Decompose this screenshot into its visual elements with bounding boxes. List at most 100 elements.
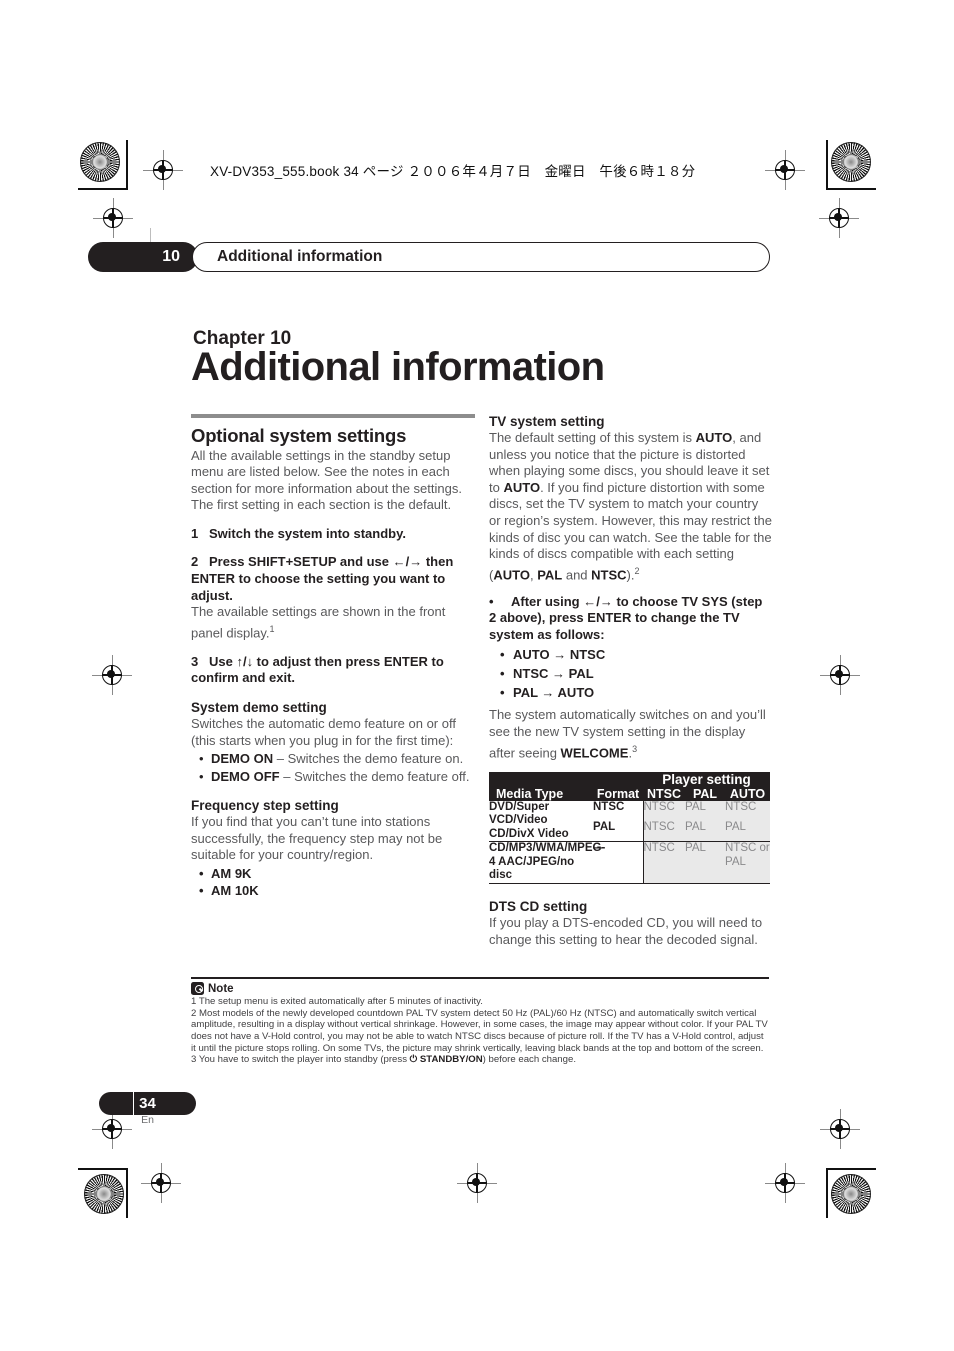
table-cell-format: PAL [593, 820, 643, 842]
left-column: Optional system settings All the availab… [191, 414, 475, 900]
table-cell-auto: NTSC or PAL [725, 841, 770, 884]
running-header: 10 Additional information [88, 228, 770, 272]
table-cell-pal: PAL [685, 841, 725, 884]
note-3-pre: 3 You have to switch the player into sta… [191, 1054, 410, 1066]
list-item: AM 10K [191, 882, 475, 900]
system-demo-body: Switches the automatic demo feature on o… [191, 715, 456, 748]
table-group-header-player-setting: Player setting [643, 771, 770, 787]
table-row: DVD/Super VCD/Video CD/DivX Video NTSC N… [489, 800, 770, 842]
section-title-optional-system-settings: Optional system settings [191, 424, 407, 446]
footnote-ref-2: 2 [634, 565, 640, 576]
table-cell-ntsc: NTSC [642, 841, 685, 884]
note-3-post: ) before each change. [482, 1054, 576, 1066]
bullet-dot: • [489, 593, 494, 609]
registration-mark-bottom-right [765, 1163, 805, 1203]
table-cell-ntsc: NTSC [642, 820, 685, 842]
table-header-group-row: Player setting [489, 771, 770, 787]
step-3-number: 3 [191, 653, 199, 669]
table-row: CD/MP3/WMA/MPEG-4 AAC/JPEG/no disc — NTS… [489, 841, 770, 884]
step-2-number: 2 [191, 554, 199, 570]
table-cell-pal: PAL [685, 800, 725, 821]
subsection-dts-cd-setting: DTS CD setting [489, 899, 588, 915]
table-header-pal: PAL [685, 786, 725, 801]
note-item-2: 2 Most models of the newly developed cou… [191, 1007, 768, 1054]
tv-body-part-4: ). [626, 567, 635, 583]
table-header-row: Media Type Format NTSC PAL AUTO [489, 786, 770, 801]
table-cell-ntsc: NTSC [642, 800, 685, 821]
print-starburst-bottom-right [831, 1174, 871, 1214]
tv-system-transitions: AUTO → NTSC NTSC → PAL PAL → AUTO [497, 645, 773, 702]
table-header-format: Format [593, 786, 643, 801]
table-header-ntsc: NTSC [643, 786, 685, 801]
demo-on-term: DEMO ON [211, 751, 274, 767]
registration-mark-upper-left [93, 198, 133, 238]
table-cell-format: NTSC [593, 800, 643, 821]
demo-on-desc: – Switches the demo feature on. [276, 751, 464, 767]
registration-mark-top-left [143, 150, 183, 190]
notes-block: Note 1 The setup menu is exited automati… [191, 977, 769, 1066]
list-item: AM 9K [191, 865, 475, 883]
registration-mark-lower-right [820, 1109, 860, 1149]
step-2-text: Press SHIFT+SETUP and use ←/→ then ENTER… [191, 554, 454, 603]
system-demo-list: DEMO ON – Switches the demo feature on. … [191, 750, 475, 785]
note-icon [191, 982, 204, 996]
running-header-chapter-number: 10 [88, 242, 198, 272]
step-1-number: 1 [191, 525, 199, 541]
tv-system-body: The default setting of this system is AU… [489, 430, 773, 584]
crop-mark-tl-h [78, 188, 128, 190]
crop-mark-br-v [826, 1168, 828, 1218]
registration-mark-bottom-left [141, 1163, 181, 1203]
step-2-note: The available settings are shown in the … [191, 604, 475, 642]
table-header-media-type: Media Type [489, 786, 593, 801]
list-item: NTSC → PAL [497, 664, 773, 683]
tv-opt-sep-2: and [562, 567, 592, 583]
demo-off-desc: – Switches the demo feature off. [283, 768, 470, 784]
tv-auto-2: AUTO [503, 479, 541, 495]
frequency-step-body: If you find that you can’t tune into sta… [191, 814, 443, 863]
optional-settings-intro: All the available settings in the standb… [191, 447, 462, 513]
list-item: AUTO → NTSC [497, 645, 773, 664]
step-1: 1 Switch the system into standby. [191, 526, 475, 543]
step-3-text: Use ↑/↓ to adjust then press ENTER to co… [191, 653, 444, 686]
tv-opt-auto: AUTO [493, 567, 530, 583]
page-number: 34 [99, 1092, 196, 1115]
crop-mark-br-h [826, 1168, 876, 1170]
list-item: PAL → AUTO [497, 683, 773, 702]
tv-opt-pal: PAL [537, 567, 563, 583]
table-cell-auto: NTSC [725, 800, 770, 821]
registration-mark-bottom-center [457, 1163, 497, 1203]
list-item: DEMO ON – Switches the demo feature on. [191, 750, 475, 768]
page-title: Additional information [191, 345, 605, 389]
table-cell-media: DVD/Super VCD/Video CD/DivX Video [489, 800, 593, 842]
step-3: 3 Use ↑/↓ to adjust then press ENTER to c… [191, 654, 475, 687]
tv-system-bullet-step: • After using ←/→ to choose TV SYS (step … [489, 594, 773, 644]
page-language-code: En [141, 1114, 154, 1126]
print-starburst-top-left [80, 142, 120, 182]
tv-system-compatibility-table: Player setting Media Type Format NTSC PA… [489, 771, 770, 887]
document-page: XV-DV353_555.book 34 ページ ２００６年４月７日 金曜日 午… [0, 0, 954, 1351]
table-header-auto: AUTO [725, 786, 770, 801]
footnote-ref-1: 1 [269, 623, 275, 634]
note-item-1: 1 The setup menu is exited automatically… [191, 996, 483, 1008]
notes-header: Note [191, 982, 769, 996]
tv-body-part-1: The default setting of this system is [489, 430, 696, 445]
step-2: 2 Press SHIFT+SETUP and use ←/→ then ENTE… [191, 554, 475, 604]
notes-rule [191, 977, 769, 980]
demo-off-term: DEMO OFF [211, 768, 280, 784]
crop-mark-tl-v [126, 140, 128, 190]
print-file-line: XV-DV353_555.book 34 ページ ２００６年４月７日 金曜日 午… [210, 164, 696, 179]
crop-mark-tr-v [826, 140, 828, 190]
crop-mark-bl-v [126, 1168, 128, 1218]
table-cell-pal: PAL [685, 820, 725, 842]
registration-mark-upper-right [819, 198, 859, 238]
section-rule [191, 414, 475, 418]
crop-mark-tr-h [826, 188, 876, 190]
running-header-title: Additional information [192, 242, 770, 272]
registration-mark-top-right [765, 150, 805, 190]
list-item: DEMO OFF – Switches the demo feature off… [191, 768, 475, 786]
right-column: TV system setting The default setting of… [489, 414, 773, 948]
registration-mark-middle-right [820, 655, 860, 695]
print-starburst-bottom-left [84, 1174, 124, 1214]
page-number-tick [133, 1092, 135, 1115]
subsection-frequency-step-setting: Frequency step setting [191, 798, 339, 814]
